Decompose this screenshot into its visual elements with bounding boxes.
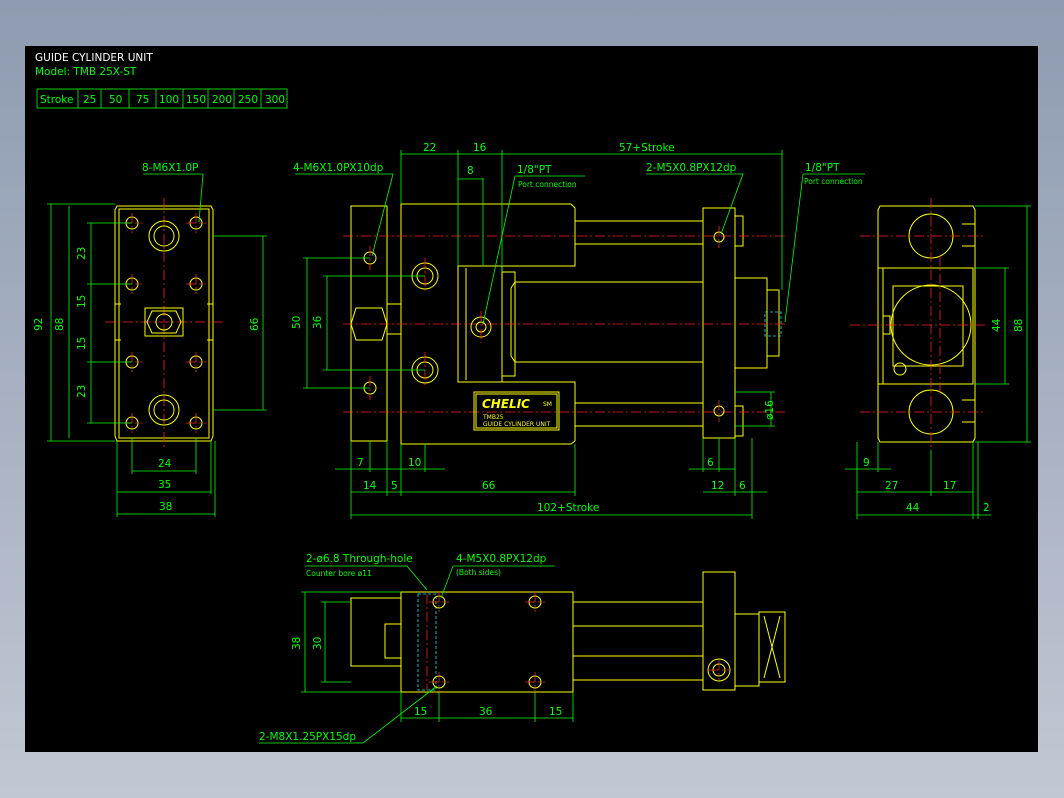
- callout-through-hole: 2-ø6.8 Through-hole: [306, 553, 413, 565]
- dim-10: 10: [408, 457, 421, 469]
- stroke-table-header: Stroke: [40, 94, 73, 106]
- left-end-view: 92 88 23 15 15 23 66 24 35 38 8-M6X1.0P: [33, 162, 267, 517]
- stroke-table-cell: 100: [159, 94, 179, 106]
- callout-4-m6: 4-M6X1.0PX10dp: [293, 162, 384, 174]
- dim-38-bottom: 38: [291, 637, 303, 650]
- callout-port-front: Port connection: [518, 180, 577, 189]
- stroke-table-cell: 75: [136, 94, 149, 106]
- stroke-table-cell: 200: [212, 94, 232, 106]
- drawing-model: Model: TMB 25X-ST: [35, 66, 137, 78]
- dim-14: 14: [363, 480, 377, 492]
- stroke-table-cell: 250: [238, 94, 258, 106]
- dim-66-front: 66: [482, 480, 496, 492]
- stroke-table-cell: 300: [265, 94, 285, 106]
- dim-15-a: 15: [414, 706, 427, 718]
- dim-36-bottom: 36: [479, 706, 493, 718]
- callout-8-m6: 8-M6X1.0P: [142, 162, 198, 174]
- dim-9: 9: [863, 457, 870, 469]
- dim-16: 16: [473, 142, 487, 154]
- dim-30: 30: [312, 637, 324, 650]
- stroke-table-cell: 50: [109, 94, 122, 106]
- dim-35: 35: [158, 479, 171, 491]
- right-side-view: 44 88 9 27 17 44 2 1/8"PT Port connectio…: [784, 162, 1031, 519]
- plate-model: TMB25: [482, 414, 504, 421]
- callout-2-m5: 2-M5X0.8PX12dp: [646, 162, 737, 174]
- dim-38: 38: [159, 501, 172, 513]
- dim-36: 36: [312, 315, 324, 329]
- dim-2: 2: [983, 502, 990, 514]
- callout-4-m5: 4-M5X0.8PX12dp: [456, 553, 547, 565]
- stroke-table-cell: 25: [83, 94, 96, 106]
- callout-2-m8: 2-M8X1.25PX15dp: [259, 731, 356, 743]
- callout-port-right: Port connection: [804, 177, 863, 186]
- dim-50: 50: [291, 316, 303, 329]
- dim-66-left: 66: [249, 317, 261, 331]
- stroke-table: Stroke 25 50 75 100 150 200 250 300: [36, 88, 288, 109]
- dim-dia-16: ø16: [764, 400, 776, 420]
- callout-counter-bore: Counter bore ø11: [306, 569, 372, 578]
- dim-92: 92: [33, 318, 45, 331]
- cad-drawing-sheet: GUIDE CYLINDER UNIT Model: TMB 25X-ST St…: [25, 46, 1038, 752]
- callout-pt-right: 1/8"PT: [805, 162, 840, 174]
- dim-6-a: 6: [707, 457, 714, 469]
- dim-44-vertical: 44: [991, 318, 1003, 332]
- dim-44: 44: [906, 502, 920, 514]
- dim-23-bottom: 23: [76, 385, 88, 398]
- front-view: CHELIC SM TMB25 GUIDE CYLINDER UNIT 22 1…: [291, 142, 787, 519]
- dim-6-b: 6: [739, 480, 746, 492]
- dim-102-stroke: 102+Stroke: [537, 502, 599, 514]
- bottom-view: 38 30 15 36 15 2-ø6.8 Through-hole Count…: [259, 553, 786, 744]
- cad-drawing: GUIDE CYLINDER UNIT Model: TMB 25X-ST St…: [33, 52, 1031, 744]
- dim-15-b: 15: [549, 706, 562, 718]
- plate-name: GUIDE CYLINDER UNIT: [483, 421, 551, 428]
- callout-both-sides: (Both sides): [456, 568, 501, 577]
- dim-8: 8: [467, 165, 474, 177]
- brand-logo: CHELIC: [482, 397, 530, 411]
- dim-88-right: 88: [1013, 319, 1025, 332]
- dim-12: 12: [711, 480, 724, 492]
- stroke-table-cell: 150: [186, 94, 206, 106]
- brand-suffix: SM: [543, 401, 552, 408]
- dim-23-top: 23: [76, 247, 88, 260]
- dim-5: 5: [391, 480, 398, 492]
- dim-7: 7: [357, 457, 364, 469]
- dim-15-bottom: 15: [76, 337, 88, 350]
- drawing-title: GUIDE CYLINDER UNIT: [35, 52, 153, 64]
- callout-pt-front: 1/8"PT: [517, 164, 552, 176]
- dim-24: 24: [158, 458, 172, 470]
- dim-88: 88: [54, 318, 66, 331]
- dim-27: 27: [885, 480, 898, 492]
- dim-22: 22: [423, 142, 436, 154]
- dim-15-top: 15: [76, 295, 88, 308]
- dim-57-stroke: 57+Stroke: [619, 142, 675, 154]
- dim-17: 17: [943, 480, 956, 492]
